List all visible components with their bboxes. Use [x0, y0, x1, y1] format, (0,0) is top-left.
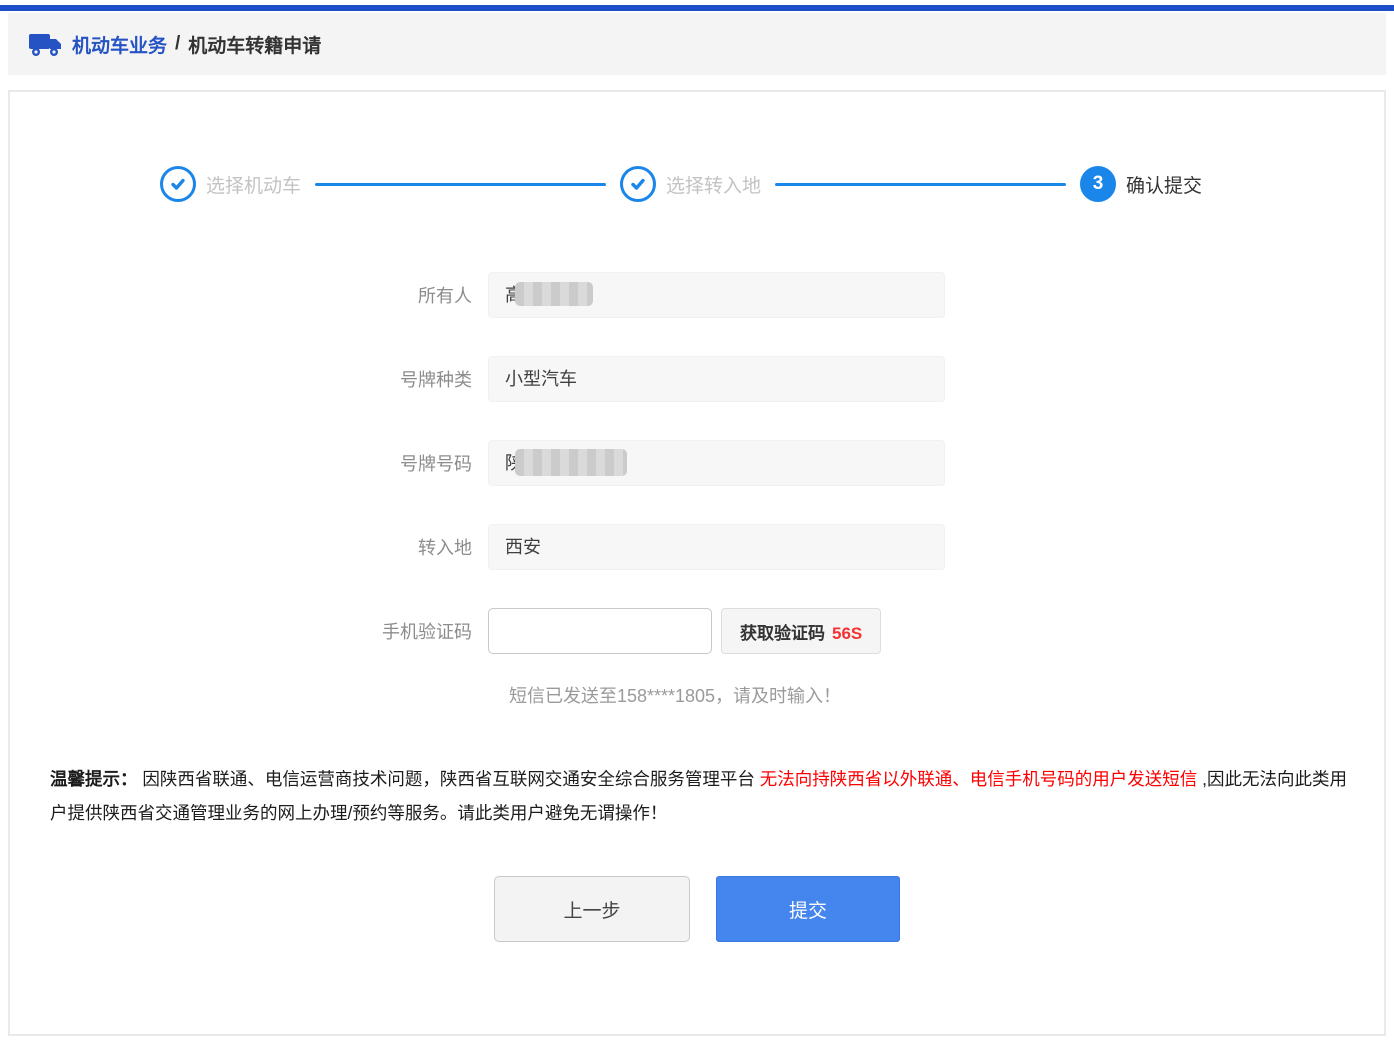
step-confirm-submit: 3 确认提交	[1080, 166, 1202, 202]
top-accent-line	[0, 5, 1394, 11]
step-select-destination: 选择转入地	[620, 166, 761, 202]
transfer-form: 所有人 高 号牌种类 小型汽车 号牌号码 陕 转入地 西安 手机验证码	[10, 272, 1384, 708]
page-header: 机动车业务 / 机动车转籍申请	[8, 13, 1386, 75]
warning-highlight: 无法向持陕西省以外联通、电信手机号码的用户发送短信	[760, 769, 1198, 789]
destination-value: 西安	[488, 524, 945, 570]
main-panel: 选择机动车 选择转入地 3 确认提交 所有人 高 号牌种类	[8, 90, 1386, 1036]
submit-button[interactable]: 提交	[716, 876, 900, 942]
step-select-vehicle: 选择机动车	[160, 166, 301, 202]
step-1-circle	[160, 166, 196, 202]
step-2-label: 选择转入地	[666, 171, 761, 198]
owner-value: 高	[488, 272, 945, 318]
plate-number-value: 陕	[488, 440, 945, 486]
previous-step-button[interactable]: 上一步	[494, 876, 690, 942]
redaction-blur	[515, 449, 627, 476]
check-icon	[628, 174, 648, 194]
step-connector	[315, 183, 606, 186]
step-1-label: 选择机动车	[206, 171, 301, 198]
sms-code-label: 手机验证码	[10, 618, 488, 644]
step-3-number: 3	[1093, 173, 1104, 195]
breadcrumb-section[interactable]: 机动车业务	[72, 31, 167, 58]
owner-row: 所有人 高	[10, 272, 1384, 318]
warning-notice: 温馨提示： 因陕西省联通、电信运营商技术问题，陕西省互联网交通安全综合服务管理平…	[50, 762, 1348, 830]
check-icon	[168, 174, 188, 194]
breadcrumb-separator: /	[175, 33, 180, 55]
destination-value-text: 西安	[505, 537, 541, 557]
step-3-label: 确认提交	[1126, 171, 1202, 198]
sms-code-input[interactable]	[488, 608, 712, 654]
step-3-circle: 3	[1080, 166, 1116, 202]
warning-text-1: 因陕西省联通、电信运营商技术问题，陕西省互联网交通安全综合服务管理平台	[138, 769, 760, 789]
plate-type-label: 号牌种类	[10, 366, 488, 392]
warning-prefix: 温馨提示：	[50, 769, 138, 789]
truck-icon	[28, 31, 62, 57]
get-code-button-label: 获取验证码	[740, 624, 825, 643]
destination-row: 转入地 西安	[10, 524, 1384, 570]
redaction-blur	[515, 282, 593, 306]
step-2-circle	[620, 166, 656, 202]
form-actions: 上一步 提交	[10, 876, 1384, 942]
plate-type-value: 小型汽车	[488, 356, 945, 402]
breadcrumb-page-title: 机动车转籍申请	[188, 31, 321, 58]
step-indicator: 选择机动车 选择转入地 3 确认提交	[160, 166, 1202, 202]
plate-number-row: 号牌号码 陕	[10, 440, 1384, 486]
sms-sent-notice: 短信已发送至158****1805，请及时输入！	[10, 682, 1340, 708]
plate-type-row: 号牌种类 小型汽车	[10, 356, 1384, 402]
destination-label: 转入地	[10, 534, 488, 560]
get-code-button[interactable]: 获取验证码 56S	[721, 608, 881, 654]
plate-type-value-text: 小型汽车	[505, 369, 577, 389]
countdown-timer: 56S	[832, 624, 862, 643]
plate-number-label: 号牌号码	[10, 450, 488, 476]
owner-label: 所有人	[10, 282, 488, 308]
step-connector	[775, 183, 1066, 186]
sms-code-row: 手机验证码 获取验证码 56S	[10, 608, 1384, 654]
